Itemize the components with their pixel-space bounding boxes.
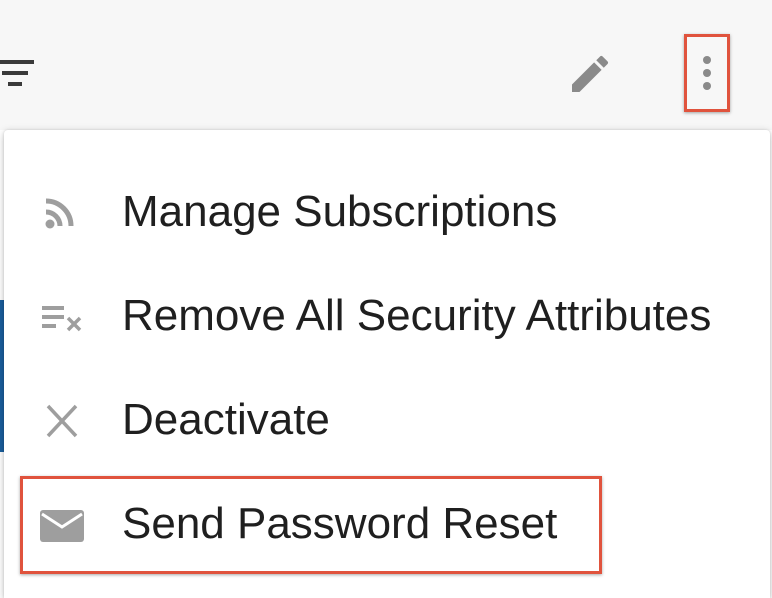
more-options-button[interactable]	[684, 34, 730, 112]
menu-item-label: Manage Subscriptions	[122, 187, 558, 236]
menu-item-remove-security-attributes[interactable]: Remove All Security Attributes	[4, 264, 770, 368]
more-vert-icon	[703, 56, 711, 90]
mail-icon	[40, 510, 84, 542]
close-icon	[46, 404, 78, 438]
toolbar	[0, 0, 772, 130]
menu-item-label: Deactivate	[122, 395, 330, 444]
actions-menu: Manage Subscriptions Remove All Security…	[4, 130, 770, 598]
menu-item-label: Send Password Reset	[122, 499, 558, 548]
clear-all-icon	[42, 306, 82, 332]
menu-item-send-password-reset[interactable]: Send Password Reset	[4, 472, 770, 576]
menu-item-deactivate[interactable]: Deactivate	[4, 368, 770, 472]
rss-feed-icon	[45, 198, 74, 229]
menu-item-manage-subscriptions[interactable]: Manage Subscriptions	[4, 160, 770, 264]
menu-item-label: Remove All Security Attributes	[122, 291, 712, 340]
filter-list-icon[interactable]	[0, 54, 38, 94]
pencil-icon[interactable]	[566, 50, 614, 98]
